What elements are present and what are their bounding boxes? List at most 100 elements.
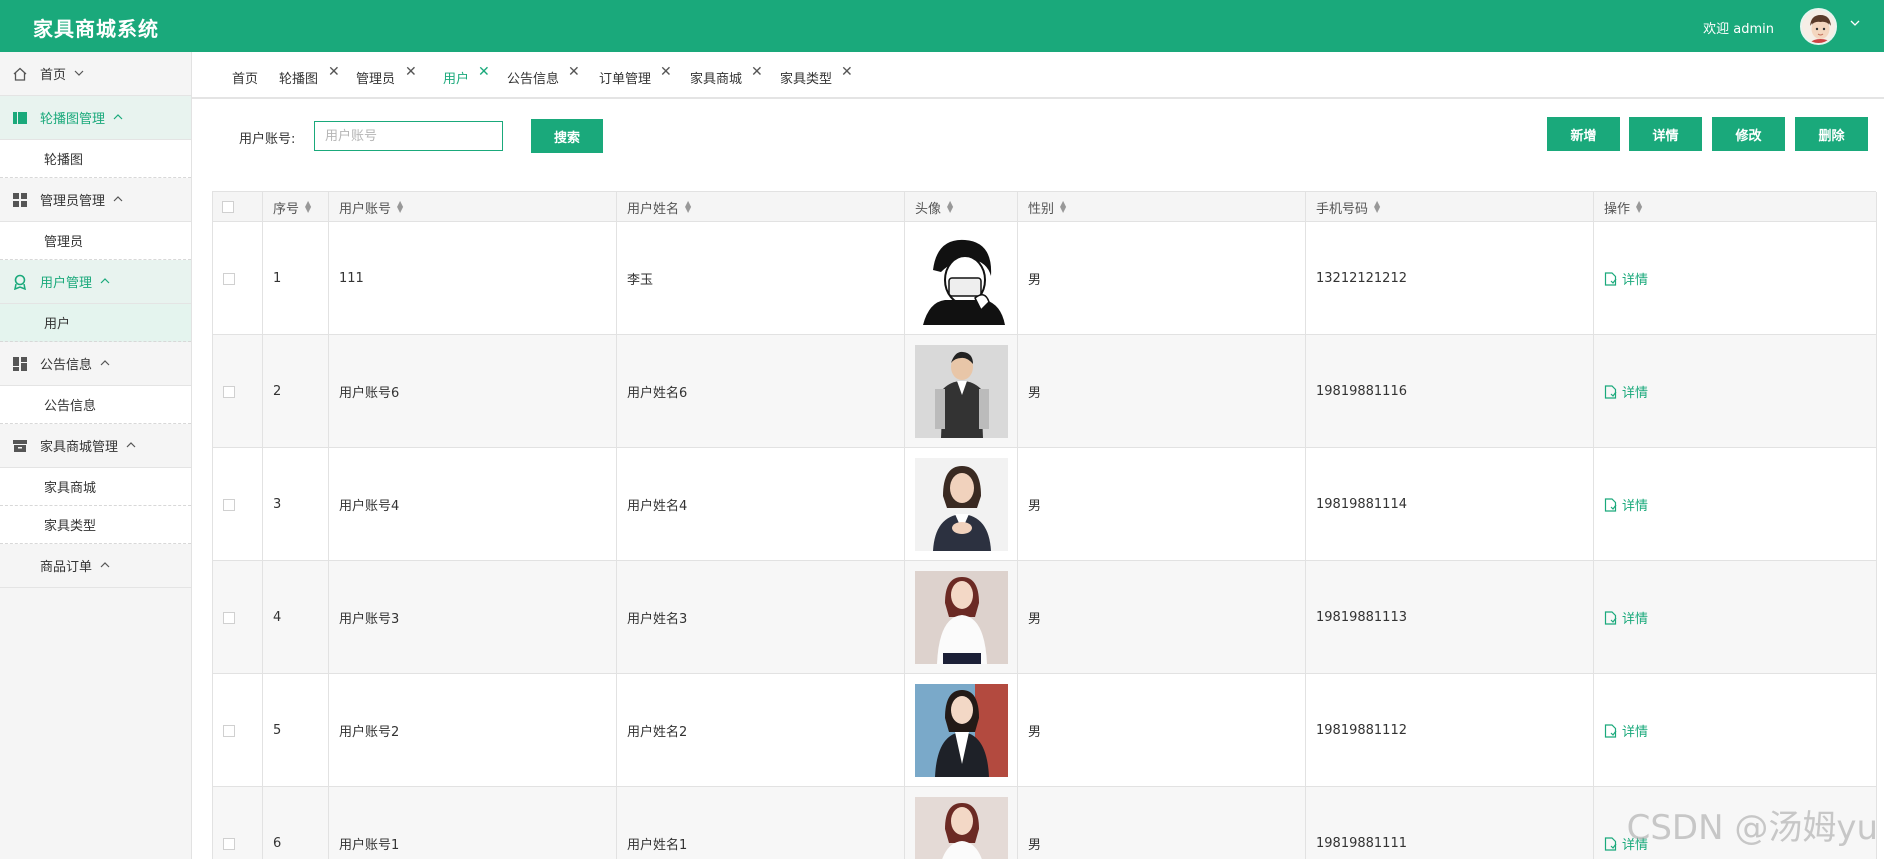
cell-name: 用户姓名6 — [617, 335, 905, 448]
row-detail-link[interactable]: 详情 — [1604, 382, 1648, 401]
sidebar-item-mall[interactable]: 家具商城 — [0, 468, 191, 506]
sort-icon[interactable]: ▲ ▼ — [1374, 200, 1380, 214]
sidebar-group-carousel[interactable]: 轮播图管理 — [0, 96, 191, 140]
tab-notice[interactable]: 公告信息 — [507, 68, 559, 87]
search-input[interactable] — [314, 121, 503, 151]
sidebar-group-orders[interactable]: 商品订单 — [0, 544, 191, 588]
sort-icon[interactable]: ▲ ▼ — [397, 200, 403, 214]
chevron-up-icon — [100, 559, 110, 572]
sidebar-group-label: 用户管理 — [40, 276, 93, 291]
row-checkbox[interactable] — [223, 498, 235, 511]
cell-phone: 13212121212 — [1306, 222, 1594, 335]
column-header[interactable]: 性别 ▲ ▼ — [1018, 192, 1306, 222]
tab-admin[interactable]: 管理员 — [356, 68, 395, 87]
tab-furniture-type[interactable]: 家具类型 — [780, 68, 832, 87]
column-header[interactable]: 手机号码 ▲ ▼ — [1306, 192, 1594, 222]
tab-carousel[interactable]: 轮播图 — [279, 68, 318, 87]
sort-icon[interactable]: ▲ ▼ — [1636, 200, 1642, 214]
column-header[interactable]: 操作 ▲ ▼ — [1594, 192, 1877, 222]
document-icon — [1604, 836, 1617, 851]
column-header[interactable]: 头像 ▲ ▼ — [905, 192, 1018, 222]
sidebar-item-home[interactable]: 首页 — [0, 52, 191, 96]
table-row[interactable]: 5 用户账号2 用户姓名2 男 19819881112 详情 — [213, 674, 1877, 787]
cell-no: 1 — [263, 222, 329, 335]
column-header[interactable]: 用户姓名 ▲ ▼ — [617, 192, 905, 222]
sidebar-item-admin[interactable]: 管理员 — [0, 222, 191, 260]
row-checkbox[interactable] — [223, 385, 235, 398]
row-detail-link[interactable]: 详情 — [1604, 721, 1648, 740]
cell-gender: 男 — [1018, 335, 1306, 448]
cell-name: 用户姓名3 — [617, 561, 905, 674]
sort-icon[interactable]: ▲ ▼ — [305, 200, 311, 214]
sidebar-group-label: 公告信息 — [40, 358, 93, 373]
header-select-all[interactable] — [213, 192, 263, 222]
cell-no: 2 — [263, 335, 329, 448]
row-checkbox[interactable] — [223, 837, 235, 850]
document-icon — [1604, 384, 1617, 399]
row-checkbox[interactable] — [223, 724, 235, 737]
add-button[interactable]: 新增 — [1547, 117, 1620, 151]
cell-no: 3 — [263, 448, 329, 561]
table-row[interactable]: 1 111 李玉 男 13212121212 详情 — [213, 222, 1877, 335]
dashboard-icon — [12, 356, 28, 372]
document-icon — [1604, 723, 1617, 738]
row-checkbox[interactable] — [223, 611, 235, 624]
tab-user[interactable]: 用户 — [443, 68, 469, 87]
row-detail-link[interactable]: 详情 — [1604, 608, 1648, 627]
delete-button[interactable]: 删除 — [1795, 117, 1868, 151]
tab-mall[interactable]: 家具商城 — [690, 68, 742, 87]
close-icon[interactable]: ✕ — [841, 64, 853, 80]
carousel-icon — [12, 110, 28, 126]
cell-phone: 19819881111 — [1306, 787, 1594, 859]
tab-home[interactable]: 首页 — [232, 68, 258, 87]
close-icon[interactable]: ✕ — [478, 64, 490, 80]
cell-no: 4 — [263, 561, 329, 674]
document-icon — [1604, 610, 1617, 625]
table-row[interactable]: 4 用户账号3 用户姓名3 男 19819881113 详情 — [213, 561, 1877, 674]
sort-icon[interactable]: ▲ ▼ — [947, 200, 953, 214]
cell-account: 111 — [329, 222, 617, 335]
avatar-image — [915, 684, 1008, 777]
close-icon[interactable]: ✕ — [751, 64, 763, 80]
cell-name: 用户姓名1 — [617, 787, 905, 859]
chevron-up-icon — [113, 111, 123, 124]
sort-icon[interactable]: ▲ ▼ — [1060, 200, 1066, 214]
sidebar-item-furniture-type[interactable]: 家具类型 — [0, 506, 191, 544]
home-icon — [12, 66, 28, 82]
sidebar-item-label: 首页 — [40, 68, 67, 83]
document-icon — [1604, 497, 1617, 512]
cell-phone: 19819881114 — [1306, 448, 1594, 561]
grid-icon — [12, 192, 28, 208]
close-icon[interactable]: ✕ — [660, 64, 672, 80]
sidebar-item-notice[interactable]: 公告信息 — [0, 386, 191, 424]
sidebar-item-user[interactable]: 用户 — [0, 304, 191, 342]
row-detail-link[interactable]: 详情 — [1604, 269, 1648, 288]
row-checkbox[interactable] — [223, 272, 235, 285]
user-avatar[interactable] — [1800, 8, 1837, 45]
close-icon[interactable]: ✕ — [568, 64, 580, 80]
table-row[interactable]: 2 用户账号6 用户姓名6 男 19819881116 详情 — [213, 335, 1877, 448]
sidebar-group-notice[interactable]: 公告信息 — [0, 342, 191, 386]
sidebar-group-user[interactable]: 用户管理 — [0, 260, 191, 304]
column-header[interactable]: 序号 ▲ ▼ — [263, 192, 329, 222]
row-detail-link[interactable]: 详情 — [1604, 495, 1648, 514]
chevron-down-icon — [74, 67, 84, 80]
cell-no: 5 — [263, 674, 329, 787]
sidebar-group-label: 商品订单 — [40, 560, 93, 575]
sidebar-item-carousel[interactable]: 轮播图 — [0, 140, 191, 178]
user-icon — [12, 274, 28, 290]
sort-icon[interactable]: ▲ ▼ — [685, 200, 691, 214]
select-all-checkbox[interactable] — [222, 201, 234, 213]
edit-button[interactable]: 修改 — [1712, 117, 1785, 151]
close-icon[interactable]: ✕ — [405, 64, 417, 80]
chevron-up-icon — [100, 275, 110, 288]
user-menu-chevron-icon[interactable] — [1850, 17, 1860, 31]
sidebar-group-mall[interactable]: 家具商城管理 — [0, 424, 191, 468]
table-row[interactable]: 3 用户账号4 用户姓名4 男 19819881114 详情 — [213, 448, 1877, 561]
search-button[interactable]: 搜索 — [531, 119, 603, 153]
close-icon[interactable]: ✕ — [328, 64, 340, 80]
detail-button[interactable]: 详情 — [1629, 117, 1702, 151]
column-header[interactable]: 用户账号 ▲ ▼ — [329, 192, 617, 222]
sidebar-group-admin[interactable]: 管理员管理 — [0, 178, 191, 222]
tab-orders[interactable]: 订单管理 — [599, 68, 651, 87]
